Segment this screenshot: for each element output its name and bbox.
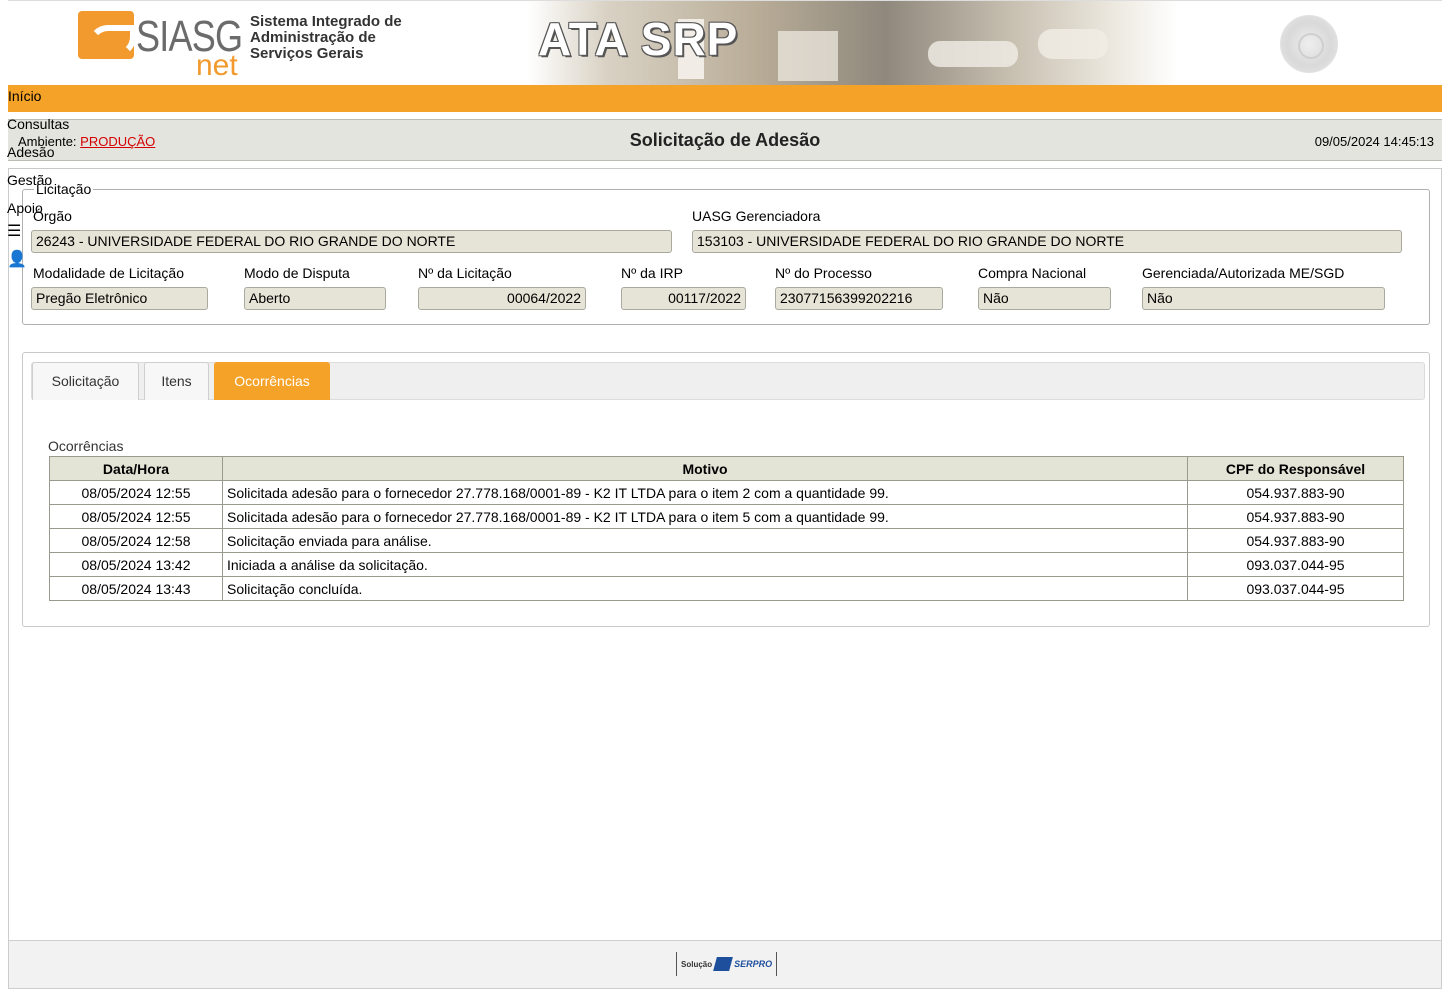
- app-title: ATA SRP: [538, 13, 739, 65]
- nav-item-adesao[interactable]: Adesão: [7, 144, 54, 160]
- serpro-mark-icon: [713, 957, 734, 971]
- cell-data-hora: 08/05/2024 13:42: [49, 552, 223, 577]
- tab-solicitacao[interactable]: Solicitação: [32, 362, 139, 400]
- modalidade-field: Pregão Eletrônico: [31, 287, 208, 310]
- table-row: 08/05/2024 12:55 Solicitada adesão para …: [49, 480, 1404, 505]
- nav-item-consultas[interactable]: Consultas: [7, 116, 69, 132]
- system-name-line: Serviços Gerais: [250, 45, 364, 62]
- system-name-line: Administração de: [250, 29, 376, 46]
- cell-cpf: 054.937.883-90: [1187, 480, 1404, 505]
- title-bar: Ambiente: PRODUÇÃO Solicitação de Adesão…: [8, 119, 1442, 161]
- cell-cpf: 054.937.883-90: [1187, 528, 1404, 553]
- num-processo-field: 23077156399202216: [775, 287, 943, 310]
- modo-disputa-field: Aberto: [244, 287, 386, 310]
- compra-nacional-label: Compra Nacional: [978, 265, 1087, 281]
- num-irp-field: 00117/2022: [621, 287, 746, 310]
- table-row: 08/05/2024 12:55 Solicitada adesão para …: [49, 504, 1404, 529]
- table-header-row: Data/Hora Motivo CPF do Responsável: [49, 456, 1404, 481]
- cell-data-hora: 08/05/2024 12:55: [49, 480, 223, 505]
- siasg-net-logo: SIASG net: [78, 11, 243, 81]
- uasg-label: UASG Gerenciadora: [692, 208, 821, 224]
- user-icon[interactable]: 👤: [7, 252, 27, 268]
- cell-motivo: Solicitação concluída.: [222, 576, 1188, 601]
- brazil-coat-of-arms-icon: [1280, 15, 1338, 73]
- hamburger-menu-icon[interactable]: ☰: [7, 224, 21, 240]
- nav-item-inicio[interactable]: Início: [8, 88, 41, 104]
- system-name-line: Sistema Integrado de: [250, 13, 402, 30]
- column-header-data-hora: Data/Hora: [49, 456, 223, 481]
- cell-motivo: Solicitada adesão para o fornecedor 27.7…: [222, 480, 1188, 505]
- tab-itens[interactable]: Itens: [144, 362, 209, 400]
- column-header-cpf: CPF do Responsável: [1187, 456, 1404, 481]
- cell-data-hora: 08/05/2024 12:58: [49, 528, 223, 553]
- logo-net-text: net: [196, 49, 238, 82]
- num-licitacao-label: Nº da Licitação: [418, 265, 512, 281]
- siasg-s-icon: [78, 11, 136, 59]
- column-header-motivo: Motivo: [222, 456, 1188, 481]
- cell-cpf: 093.037.044-95: [1187, 576, 1404, 601]
- serpro-logo: Solução SERPRO: [676, 952, 778, 976]
- num-licitacao-field: 00064/2022: [418, 287, 586, 310]
- nav-item-apoio[interactable]: Apoio: [7, 200, 43, 216]
- table-row: 08/05/2024 12:58 Solicitação enviada par…: [49, 528, 1404, 553]
- header-banner: SIASG net Sistema Integrado de Administr…: [8, 0, 1442, 85]
- ocorrencias-table: Data/Hora Motivo CPF do Responsável 08/0…: [49, 456, 1404, 601]
- modalidade-label: Modalidade de Licitação: [33, 265, 184, 281]
- num-irp-label: Nº da IRP: [621, 265, 683, 281]
- solucao-label: Solução: [681, 959, 713, 969]
- modo-disputa-label: Modo de Disputa: [244, 265, 350, 281]
- table-row: 08/05/2024 13:43 Solicitação concluída. …: [49, 576, 1404, 601]
- compra-nacional-field: Não: [978, 287, 1111, 310]
- uasg-field: 153103 - UNIVERSIDADE FEDERAL DO RIO GRA…: [692, 230, 1402, 253]
- cell-motivo: Solicitação enviada para análise.: [222, 528, 1188, 553]
- ocorrencias-caption: Ocorrências: [48, 438, 124, 454]
- system-name: Sistema Integrado de Administração de Se…: [250, 14, 420, 62]
- cell-motivo: Solicitada adesão para o fornecedor 27.7…: [222, 504, 1188, 529]
- current-datetime: 09/05/2024 14:45:13: [1314, 134, 1434, 149]
- orgao-field: 26243 - UNIVERSIDADE FEDERAL DO RIO GRAN…: [31, 230, 672, 253]
- tab-ocorrencias[interactable]: Ocorrências: [214, 362, 330, 400]
- cell-data-hora: 08/05/2024 12:55: [49, 504, 223, 529]
- table-row: 08/05/2024 13:42 Iniciada a análise da s…: [49, 552, 1404, 577]
- nav-bar: [8, 85, 1442, 112]
- num-processo-label: Nº do Processo: [775, 265, 872, 281]
- cell-data-hora: 08/05/2024 13:43: [49, 576, 223, 601]
- serpro-brand: SERPRO: [734, 959, 773, 969]
- cell-motivo: Iniciada a análise da solicitação.: [222, 552, 1188, 577]
- nav-item-gestao[interactable]: Gestão: [7, 172, 52, 188]
- cell-cpf: 054.937.883-90: [1187, 504, 1404, 529]
- cell-cpf: 093.037.044-95: [1187, 552, 1404, 577]
- gerenciada-label: Gerenciada/Autorizada ME/SGD: [1142, 265, 1345, 281]
- gerenciada-field: Não: [1142, 287, 1385, 310]
- page-title: Solicitação de Adesão: [629, 130, 821, 150]
